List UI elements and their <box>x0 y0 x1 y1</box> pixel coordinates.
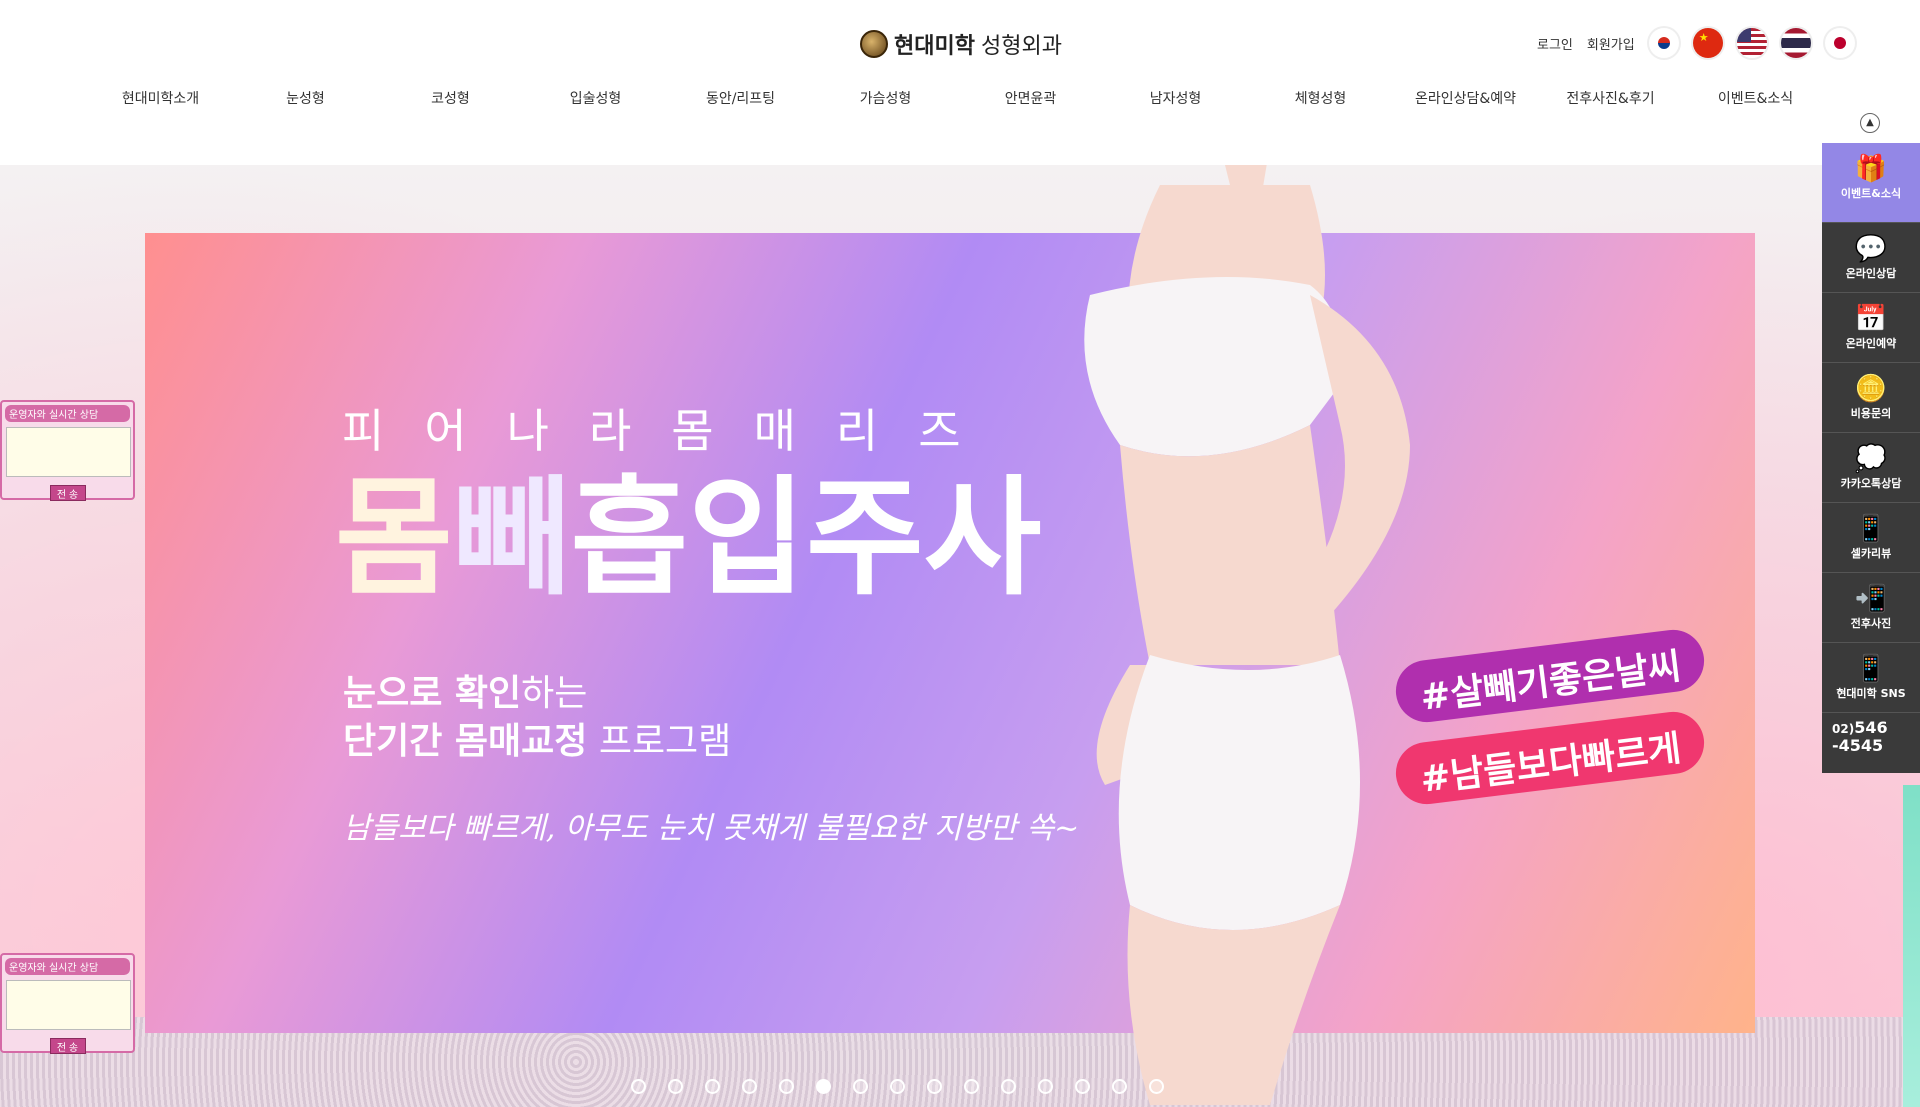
banner-copy: 피어나라몸매리즈 몸빼흡입주사 눈으로 확인하는 단기간 몸매교정 프로그램 남… <box>195 395 1079 847</box>
phone-prefix: 02) <box>1832 722 1855 736</box>
main-nav: 현대미학소개 눈성형 코성형 입술성형 동안/리프팅 가슴성형 안면윤곽 남자성… <box>88 88 1828 108</box>
nav-item-men[interactable]: 남자성형 <box>1103 88 1248 108</box>
gift-icon: 🎁 <box>1854 154 1888 184</box>
live-chat-box: 운영자와 실시간 상담 전 송 <box>0 400 135 501</box>
banner-title-part2: 빼 <box>452 464 571 613</box>
header: 현대미학 성형외과 로그인 회원가입 현대미학소개 눈성형 코성형 입술성형 동… <box>0 0 1920 165</box>
quick-item-sns[interactable]: 📱 현대미학 SNS <box>1822 643 1920 713</box>
nav-item-about[interactable]: 현대미학소개 <box>88 88 233 108</box>
quick-item-selfie[interactable]: 📱 셀카리뷰 <box>1822 503 1920 573</box>
slider-dot[interactable] <box>1038 1079 1053 1094</box>
slider-dot[interactable] <box>742 1079 757 1094</box>
side-accent-bar <box>1903 785 1920 1107</box>
quick-item-label: 비용문의 <box>1850 407 1892 420</box>
live-chat-input[interactable] <box>6 980 131 1030</box>
slider-dot[interactable] <box>1112 1079 1127 1094</box>
live-chat-send-button[interactable]: 전 송 <box>49 485 86 501</box>
login-link[interactable]: 로그인 <box>1537 34 1573 53</box>
chat-icon: 💬 <box>1854 234 1888 264</box>
page: 현대미학 성형외과 로그인 회원가입 현대미학소개 눈성형 코성형 입술성형 동… <box>0 0 1920 1107</box>
jp-flag-icon[interactable] <box>1824 28 1855 58</box>
banner-desc-line1: 눈으로 확인하는 <box>343 670 1079 719</box>
logo[interactable]: 현대미학 성형외과 <box>860 28 1062 60</box>
banner-handwriting: 남들보다 빠르게, 아무도 눈치 못채게 불필요한 지방만 쏙~ <box>343 810 1080 846</box>
phone-part1: 546 <box>1854 718 1888 737</box>
quick-item-cost[interactable]: 🪙 비용문의 <box>1822 363 1920 433</box>
live-chat-box: 운영자와 실시간 상담 전 송 <box>0 953 135 1054</box>
nav-item-body[interactable]: 체형성형 <box>1248 88 1393 108</box>
slider-dot[interactable] <box>705 1079 720 1094</box>
quick-item-label: 전후사진 <box>1850 617 1892 630</box>
scroll-top-button[interactable]: ▲ <box>1860 113 1880 133</box>
talk-icon: 💭 <box>1854 444 1888 474</box>
slider-dot[interactable] <box>816 1079 831 1094</box>
calendar-icon: 📅 <box>1854 304 1888 334</box>
coins-icon: 🪙 <box>1854 374 1888 404</box>
nav-item-facial-contour[interactable]: 안면윤곽 <box>958 88 1103 108</box>
slider-dot[interactable] <box>1001 1079 1016 1094</box>
banner-desc-line2: 단기간 몸매교정 프로그램 <box>343 718 1079 767</box>
live-chat-input[interactable] <box>6 427 131 477</box>
quick-item-label: 온라인상담 <box>1845 267 1897 280</box>
slider-dot[interactable] <box>927 1079 942 1094</box>
live-chat-header: 운영자와 실시간 상담 <box>5 405 130 422</box>
banner-title: 몸빼흡입주사 <box>335 468 1079 610</box>
nav-item-eye[interactable]: 눈성형 <box>233 88 378 108</box>
quick-menu: 🎁 이벤트&소식 💬 온라인상담 📅 온라인예약 🪙 비용문의 💭 카카오톡상담… <box>1822 143 1920 773</box>
phone-photo-icon: 📲 <box>1854 584 1888 614</box>
quick-item-reserve[interactable]: 📅 온라인예약 <box>1822 293 1920 363</box>
slider-dot[interactable] <box>853 1079 868 1094</box>
desc2-bold: 단기간 몸매교정 <box>343 721 588 763</box>
slider-dot[interactable] <box>631 1079 646 1094</box>
slider-dot[interactable] <box>890 1079 905 1094</box>
th-flag-icon[interactable] <box>1780 28 1811 58</box>
logo-bold-text: 현대미학 <box>894 34 975 59</box>
quick-item-label: 온라인예약 <box>1845 337 1897 350</box>
nav-item-breast[interactable]: 가슴성형 <box>813 88 958 108</box>
nav-item-lifting[interactable]: 동안/리프팅 <box>668 88 813 108</box>
nav-item-consult[interactable]: 온라인상담&예약 <box>1393 88 1538 108</box>
cn-flag-icon[interactable] <box>1692 28 1723 58</box>
banner-subtitle: 피어나라몸매리즈 <box>342 404 1001 458</box>
quick-phone[interactable]: 02)546 -4545 <box>1822 713 1920 773</box>
nav-item-review[interactable]: 전후사진&후기 <box>1538 88 1683 108</box>
quick-item-event[interactable]: 🎁 이벤트&소식 <box>1822 143 1920 223</box>
logo-text: 성형외과 <box>980 34 1062 59</box>
mobile-icon: 📱 <box>1854 654 1888 684</box>
quick-item-kakao[interactable]: 💭 카카오톡상담 <box>1822 433 1920 503</box>
desc2-rest: 프로그램 <box>587 721 732 763</box>
quick-item-label: 카카오톡상담 <box>1840 477 1902 490</box>
signup-link[interactable]: 회원가입 <box>1587 34 1635 53</box>
slider-dot[interactable] <box>1149 1079 1164 1094</box>
live-chat-header: 운영자와 실시간 상담 <box>5 958 130 975</box>
slider-dot[interactable] <box>779 1079 794 1094</box>
slider-dot[interactable] <box>1075 1079 1090 1094</box>
desc1-rest: 하는 <box>521 672 588 714</box>
nav-item-nose[interactable]: 코성형 <box>378 88 523 108</box>
quick-item-label: 현대미학 SNS <box>1836 687 1906 700</box>
banner-title-part1: 몸 <box>335 464 453 613</box>
quick-item-beforeafter[interactable]: 📲 전후사진 <box>1822 573 1920 643</box>
nav-item-lip[interactable]: 입술성형 <box>523 88 668 108</box>
slider-dot[interactable] <box>964 1079 979 1094</box>
hero-slider[interactable]: 피어나라몸매리즈 몸빼흡입주사 눈으로 확인하는 단기간 몸매교정 프로그램 남… <box>0 165 1920 1107</box>
banner-title-part3: 흡입주사 <box>570 464 1042 613</box>
slider-pagination <box>631 1079 1164 1094</box>
nav-item-event[interactable]: 이벤트&소식 <box>1683 88 1828 108</box>
slider-dot[interactable] <box>668 1079 683 1094</box>
us-flag-icon[interactable] <box>1736 28 1767 58</box>
quick-item-consult[interactable]: 💬 온라인상담 <box>1822 223 1920 293</box>
kr-flag-icon[interactable] <box>1648 28 1679 58</box>
phone-review-icon: 📱 <box>1854 514 1888 544</box>
quick-item-label: 셀카리뷰 <box>1850 547 1892 560</box>
logo-mark-icon <box>860 30 888 58</box>
utility-bar: 로그인 회원가입 <box>1537 28 1855 58</box>
quick-item-label: 이벤트&소식 <box>1840 187 1902 200</box>
live-chat-send-button[interactable]: 전 송 <box>49 1038 86 1054</box>
phone-part2: -4545 <box>1832 736 1884 756</box>
desc1-bold: 눈으로 확인 <box>343 672 522 714</box>
